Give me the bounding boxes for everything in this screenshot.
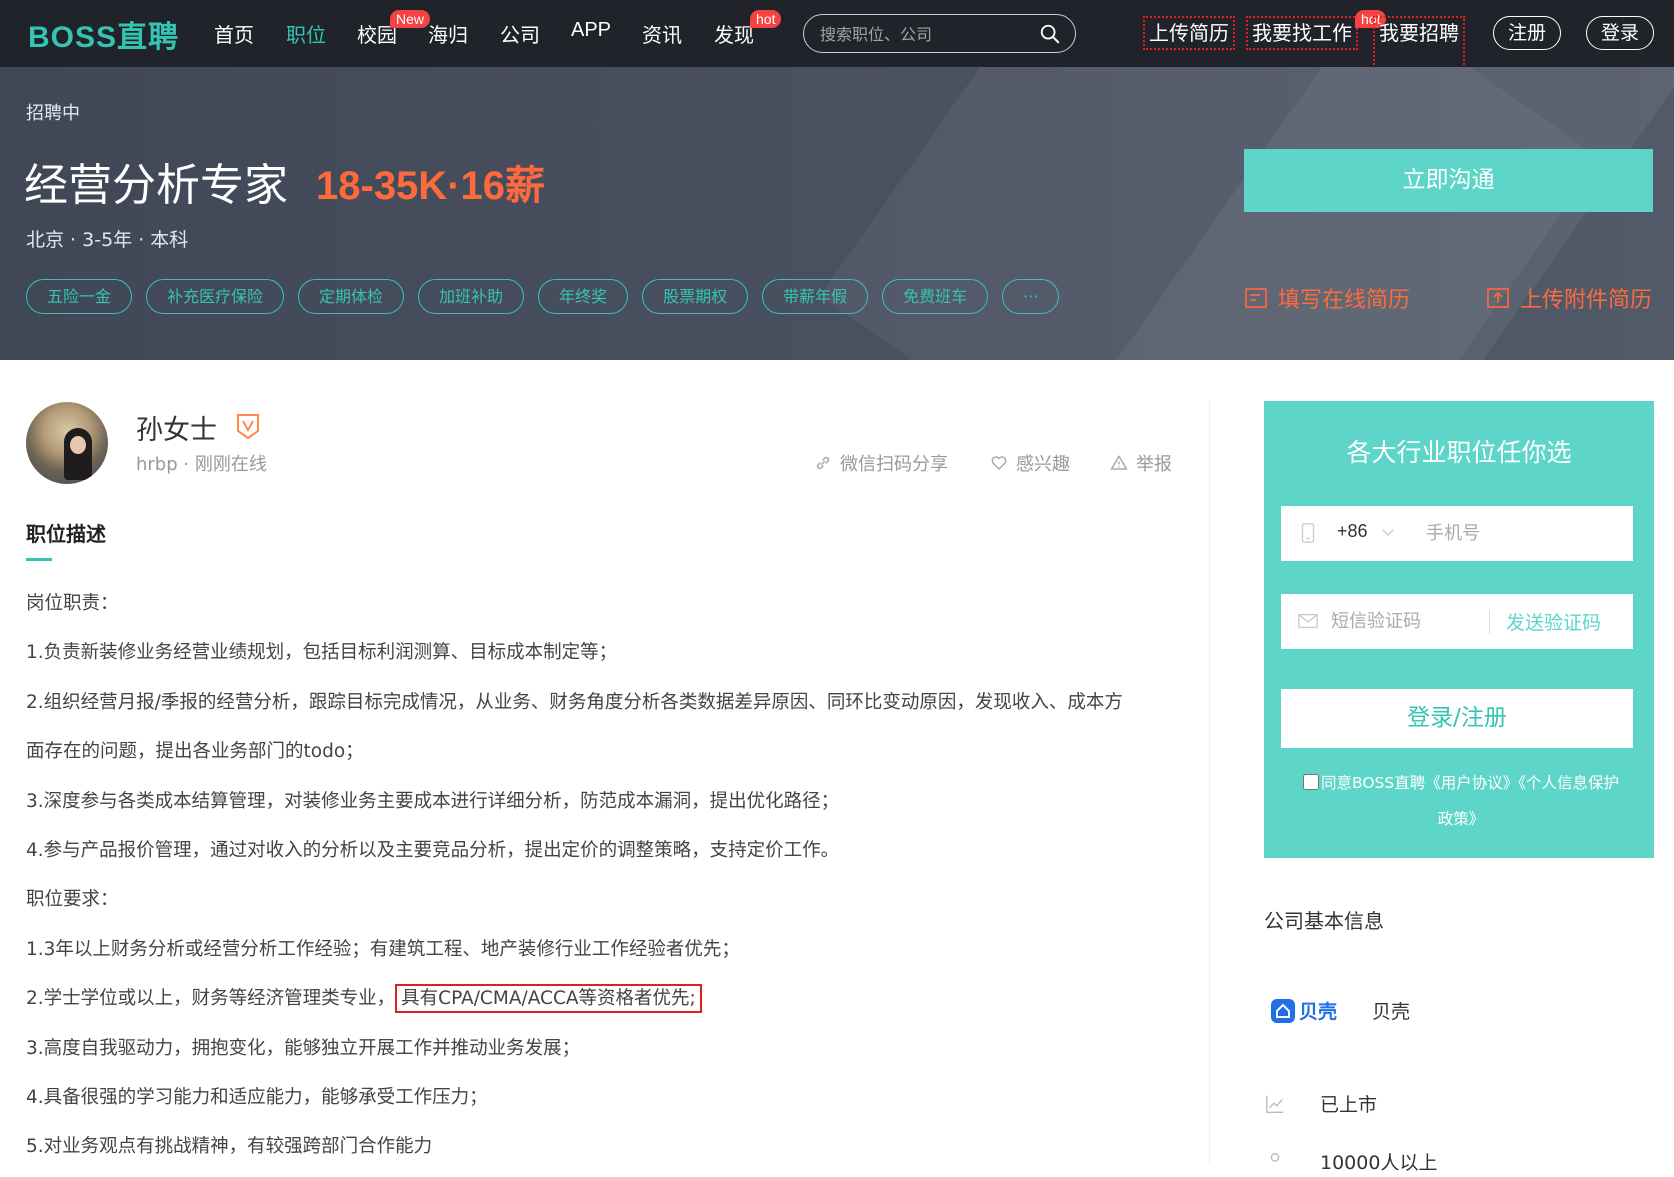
description-text: 2.学士学位或以上，财务等经济管理类专业， <box>26 988 396 1010</box>
interested-link[interactable]: 感兴趣 <box>990 450 1070 476</box>
login-register-button[interactable]: 登录/注册 <box>1281 689 1633 748</box>
nav-overseas[interactable]: 海归 <box>428 19 468 48</box>
description-line: 4.具备很强的学习能力和适应能力，能够承受工作压力； <box>26 1086 488 1108</box>
phone-field: +86 <box>1281 506 1633 561</box>
description-line: 2.组织经营月报/季报的经营分析，跟踪目标完成情况，从业务、财务角度分析各类数据… <box>26 691 1123 713</box>
description-line: 5.对业务观点有挑战精神，有较强跨部门合作能力 <box>26 1136 433 1158</box>
description-line: 岗位职责： <box>26 593 119 614</box>
fill-online-resume-link[interactable]: 填写在线简历 <box>1244 282 1410 314</box>
more-tags-button[interactable]: ··· <box>1002 279 1060 314</box>
job-salary: 18-35K·16薪 <box>316 164 546 208</box>
description-line: 3.高度自我驱动力，拥抱变化，能够独立开展工作并推动业务发展； <box>26 1037 581 1059</box>
search-input[interactable] <box>820 23 1030 45</box>
agreement: 同意BOSS直聘《用户协议》《个人信息保护 政策》 <box>1282 765 1640 837</box>
warning-icon <box>1110 455 1128 470</box>
search-icon[interactable] <box>1039 23 1061 45</box>
agreement-line: 同意BOSS直聘《用户协议》《个人信息保护 <box>1282 765 1640 801</box>
company-size: 10000人以上 <box>1320 1152 1438 1174</box>
title-underline <box>26 558 52 561</box>
hot-badge: hot <box>750 10 782 28</box>
login-card: 各大行业职位任你选 +86 发送验证码 登录/注册 同意BOSS直聘《用户协议》… <box>1264 401 1654 858</box>
benefit-tag: 补充医疗保险 <box>146 279 285 314</box>
sms-code-field: 发送验证码 <box>1281 594 1633 649</box>
verified-icon <box>237 414 259 440</box>
agree-checkbox[interactable] <box>1303 774 1319 790</box>
benefit-tags: 五险一金 补充医疗保险 定期体检 加班补助 年终奖 股票期权 带薪年假 免费班车… <box>26 279 1060 314</box>
company-logo[interactable]: 贝壳 <box>1271 996 1343 1026</box>
company-name[interactable]: 贝壳 <box>1372 997 1410 1024</box>
benefit-tag: 免费班车 <box>882 279 989 314</box>
job-description: 岗位职责： 1.负责新装修业务经营业绩规划，包括目标利润测算、目标成本制定等； … <box>26 584 1186 1177</box>
send-code-button[interactable]: 发送验证码 <box>1506 608 1601 635</box>
register-button[interactable]: 注册 <box>1493 16 1561 50</box>
chat-now-button[interactable]: 立即沟通 <box>1244 149 1653 212</box>
description-line: 面存在的问题，提出各业务部门的todo； <box>26 741 364 763</box>
company-stage: 已上市 <box>1320 1094 1378 1116</box>
nav-discover[interactable]: 发现 <box>714 19 754 48</box>
benefit-tag: 年终奖 <box>538 279 629 314</box>
agreement-line[interactable]: 政策》 <box>1282 801 1640 837</box>
find-job-link[interactable]: 我要找工作 <box>1246 16 1358 50</box>
sms-code-input[interactable] <box>1331 607 1481 635</box>
description-line: 3.深度参与各类成本结算管理，对装修业务主要成本进行详细分析，防范成本漏洞，提出… <box>26 790 840 812</box>
resume-edit-icon <box>1245 288 1267 308</box>
country-code[interactable]: +86 <box>1337 521 1368 542</box>
job-meta: 北京 · 3-5年 · 本科 <box>26 229 189 251</box>
nav-company[interactable]: 公司 <box>500 19 540 48</box>
recruiter-name: 孙女士 <box>136 415 217 446</box>
highlighted-requirement: 具有CPA/CMA/ACCA等资格者优先; <box>395 984 702 1014</box>
job-description-title: 职位描述 <box>26 522 106 546</box>
heart-icon <box>991 456 1007 471</box>
job-status: 招聘中 <box>26 103 80 124</box>
description-line: 1.3年以上财务分析或经营分析工作经验；有建筑工程、地产装修行业工作经验者优先； <box>26 938 740 960</box>
description-line: 1.负责新装修业务经营业绩规划，包括目标利润测算、目标成本制定等； <box>26 642 618 664</box>
description-line: 4.参与产品报价管理，通过对收入的分析以及主要竞品分析，提出定价的调整策略，支持… <box>26 839 840 861</box>
wechat-share-link[interactable]: 微信扫码分享 <box>814 450 948 476</box>
new-badge: New <box>390 10 431 28</box>
benefit-tag: 股票期权 <box>642 279 749 314</box>
avatar-face <box>70 436 86 454</box>
link-icon <box>816 456 830 470</box>
upload-attachment-resume-link[interactable]: 上传附件简历 <box>1486 282 1652 314</box>
search-box <box>803 14 1076 53</box>
fill-online-resume-label: 填写在线简历 <box>1278 288 1411 313</box>
description-line: 职位要求： <box>26 889 119 911</box>
job-title: 经营分析专家 <box>24 160 288 211</box>
nav-news[interactable]: 资讯 <box>642 19 682 48</box>
benefit-tag: 带薪年假 <box>762 279 869 314</box>
report-link[interactable]: 举报 <box>1110 450 1172 476</box>
field-separator <box>1489 610 1490 634</box>
report-label: 举报 <box>1136 454 1172 475</box>
nav-home[interactable]: 首页 <box>214 19 254 48</box>
upload-attachment-resume-label: 上传附件简历 <box>1520 288 1653 313</box>
nav-jobs[interactable]: 职位 <box>286 19 326 48</box>
agreement-text[interactable]: 同意BOSS直聘《用户协议》《个人信息保护 <box>1321 774 1619 792</box>
description-line: 2.学士学位或以上，财务等经济管理类专业， 具有CPA/CMA/ACCA等资格者优… <box>26 979 1186 1028</box>
top-navigation: BOSS直聘 首页 职位 校园 New 海归 公司 APP 资讯 发现 hot … <box>0 0 1674 72</box>
chevron-down-icon[interactable] <box>1379 523 1397 541</box>
mail-icon <box>1298 613 1318 629</box>
phone-icon <box>1301 523 1315 543</box>
benefit-tag: 五险一金 <box>26 279 133 314</box>
recruiter-meta: hrbp · 刚刚在线 <box>136 454 267 475</box>
wechat-share-label: 微信扫码分享 <box>840 454 948 475</box>
job-banner: 招聘中 经营分析专家 18-35K·16薪 北京 · 3-5年 · 本科 五险一… <box>0 67 1674 360</box>
benefit-tag: 定期体检 <box>298 279 405 314</box>
upload-resume-link[interactable]: 上传简历 <box>1143 16 1235 50</box>
chart-icon <box>1266 1095 1284 1113</box>
company-logo-text: 贝壳 <box>1299 1000 1337 1023</box>
recruit-link[interactable]: 我要招聘 <box>1373 16 1465 72</box>
people-icon <box>1270 1152 1280 1162</box>
phone-input[interactable] <box>1426 519 1616 547</box>
login-card-title: 各大行业职位任你选 <box>1346 438 1572 467</box>
recruiter-avatar <box>26 402 108 484</box>
benefit-tag: 加班补助 <box>418 279 525 314</box>
login-button[interactable]: 登录 <box>1586 16 1654 50</box>
company-info-title: 公司基本信息 <box>1264 909 1384 933</box>
column-divider <box>1209 400 1210 1163</box>
boss-logo[interactable]: BOSS直聘 <box>28 12 179 56</box>
nav-app[interactable]: APP <box>571 19 611 42</box>
interested-label: 感兴趣 <box>1016 454 1070 475</box>
upload-icon <box>1487 288 1509 308</box>
